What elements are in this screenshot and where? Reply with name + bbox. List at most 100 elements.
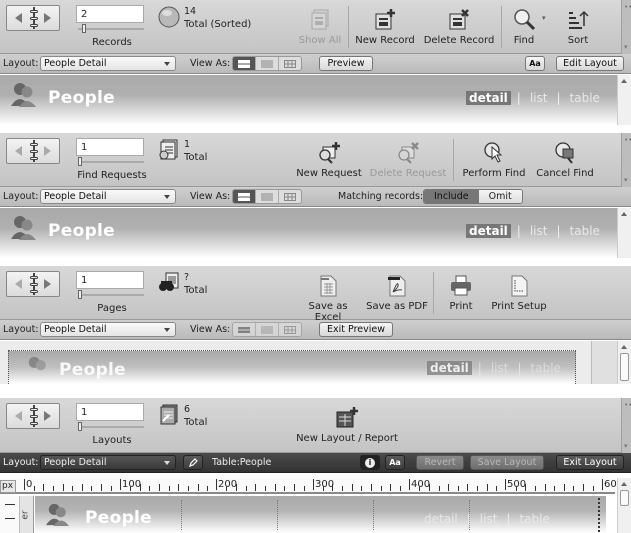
layout-count: 6 — [184, 404, 191, 415]
delete-record-button[interactable]: Delete Record — [422, 8, 496, 46]
vertical-scrollbar[interactable] — [617, 478, 631, 533]
cancel-find-button[interactable]: Cancel Find — [534, 141, 596, 179]
current-layout-field[interactable]: 1 — [76, 403, 144, 421]
tab-list[interactable]: list — [527, 224, 551, 238]
ruler-tick — [583, 484, 585, 491]
perform-find-button[interactable]: Perform Find — [460, 141, 528, 179]
print-button[interactable]: Print — [444, 274, 478, 312]
previous-request-icon[interactable] — [15, 146, 22, 156]
view-as-table-button[interactable] — [279, 190, 301, 203]
slider-thumb[interactable] — [82, 24, 86, 33]
current-request-field[interactable]: 1 — [76, 138, 144, 156]
view-as-form-button[interactable] — [233, 57, 256, 70]
find-button[interactable]: Find — [508, 8, 540, 46]
record-navigator-book[interactable] — [6, 5, 60, 31]
record-slider[interactable] — [78, 24, 144, 33]
view-as-list-button[interactable] — [256, 190, 279, 203]
layout-select[interactable]: People Detail — [40, 455, 176, 470]
next-layout-icon[interactable] — [44, 411, 51, 421]
record-total-label[interactable]: Total (Sorted) — [184, 19, 251, 30]
table-view-icon — [284, 59, 296, 68]
slider-thumb[interactable] — [78, 157, 82, 166]
next-request-icon[interactable] — [44, 146, 51, 156]
inspector-button[interactable]: i — [360, 455, 380, 470]
current-record-field[interactable]: 2 — [76, 5, 144, 23]
save-layout-button[interactable]: Save Layout — [470, 455, 544, 470]
new-layout-report-button[interactable]: New Layout / Report — [294, 406, 400, 444]
previous-record-icon[interactable] — [15, 13, 22, 23]
layout-slider[interactable] — [78, 422, 144, 431]
tab-list[interactable]: list — [527, 91, 551, 105]
view-as-list-button[interactable] — [256, 323, 279, 336]
scroll-thumb[interactable] — [620, 353, 629, 381]
next-page-icon[interactable] — [44, 279, 51, 289]
vertical-scrollbar[interactable] — [617, 341, 631, 384]
layout-width-boundary[interactable] — [598, 498, 600, 532]
request-slider[interactable] — [78, 157, 144, 166]
slider-thumb[interactable] — [78, 290, 82, 299]
scroll-up-icon[interactable] — [621, 345, 627, 349]
ruler-tick — [236, 484, 238, 491]
omit-button[interactable]: Omit — [478, 190, 522, 203]
view-as-form-button[interactable] — [233, 323, 256, 336]
toolbar-resize-handle[interactable]: ••▾ — [621, 133, 631, 187]
request-navigator-book[interactable] — [6, 138, 60, 164]
toolbar-resize-handle[interactable]: ••▾ — [621, 398, 631, 453]
layout-select[interactable]: People Detail — [40, 189, 176, 204]
save-as-pdf-button[interactable]: Save as PDF — [366, 274, 428, 312]
revert-button[interactable]: Revert — [416, 455, 464, 470]
tab-table[interactable]: table — [567, 91, 603, 105]
current-page-field[interactable]: 1 — [76, 271, 144, 289]
tab-detail[interactable]: detail — [466, 224, 511, 238]
save-as-excel-button[interactable]: Save as Excel — [296, 274, 360, 323]
format-bar-button[interactable]: Aa — [525, 56, 545, 71]
slider-thumb[interactable] — [78, 422, 82, 431]
new-request-button[interactable]: New Request — [295, 141, 363, 179]
scroll-up-icon[interactable] — [621, 482, 627, 486]
page-navigator-book[interactable] — [6, 271, 60, 297]
view-as-label: View As: — [190, 58, 231, 69]
manage-layouts-button[interactable] — [183, 455, 203, 470]
toolbar-resize-handle[interactable]: ••▾ — [621, 0, 631, 54]
view-as-list-button[interactable] — [256, 57, 279, 70]
new-layout-icon — [336, 407, 358, 428]
part-label-tab[interactable]: er — [20, 496, 34, 533]
exit-layout-button[interactable]: Exit Layout — [556, 455, 624, 470]
page-slider[interactable] — [78, 290, 144, 299]
view-as-table-button[interactable] — [279, 323, 301, 336]
layouts-stack-icon — [160, 404, 178, 425]
scroll-thumb[interactable] — [620, 490, 629, 506]
edit-layout-button[interactable]: Edit Layout — [556, 56, 624, 71]
tab-table[interactable]: table — [567, 224, 603, 238]
print-setup-button[interactable]: Print Setup — [488, 274, 550, 312]
scroll-up-icon[interactable] — [621, 79, 627, 83]
view-as-form-button[interactable] — [233, 190, 256, 203]
layout-select[interactable]: People Detail — [40, 56, 176, 71]
tab-list[interactable]: list — [477, 512, 501, 526]
include-button[interactable]: Include — [424, 190, 479, 203]
previous-layout-icon[interactable] — [15, 411, 22, 421]
find-dropdown-caret-icon[interactable]: ▾ — [542, 14, 546, 22]
scroll-up-icon[interactable] — [621, 212, 627, 216]
view-as-table-button[interactable] — [279, 57, 301, 70]
next-record-icon[interactable] — [44, 13, 51, 23]
vertical-scrollbar[interactable] — [617, 75, 631, 125]
tab-detail[interactable]: detail — [466, 91, 511, 105]
delete-request-button[interactable]: Delete Request — [369, 141, 447, 179]
previous-page-icon[interactable] — [15, 279, 22, 289]
sort-button[interactable]: Sort — [562, 8, 594, 46]
tab-detail[interactable]: detail — [421, 512, 461, 526]
layout-select[interactable]: People Detail — [40, 322, 176, 337]
new-record-button[interactable]: New Record — [354, 8, 416, 46]
ruler-unit-button[interactable]: px — [0, 480, 16, 493]
tab-table[interactable]: table — [516, 512, 552, 526]
preview-button[interactable]: Preview — [319, 56, 373, 71]
vertical-scrollbar[interactable] — [617, 208, 631, 258]
exit-preview-button[interactable]: Exit Preview — [319, 322, 393, 337]
format-bar-button[interactable]: Aa — [385, 455, 405, 470]
ruler-tick — [226, 486, 228, 491]
show-all-button[interactable]: Show All — [294, 8, 346, 46]
guide-line — [277, 500, 278, 530]
layout-navigator-book[interactable] — [6, 403, 60, 429]
pdf-icon — [388, 275, 406, 297]
